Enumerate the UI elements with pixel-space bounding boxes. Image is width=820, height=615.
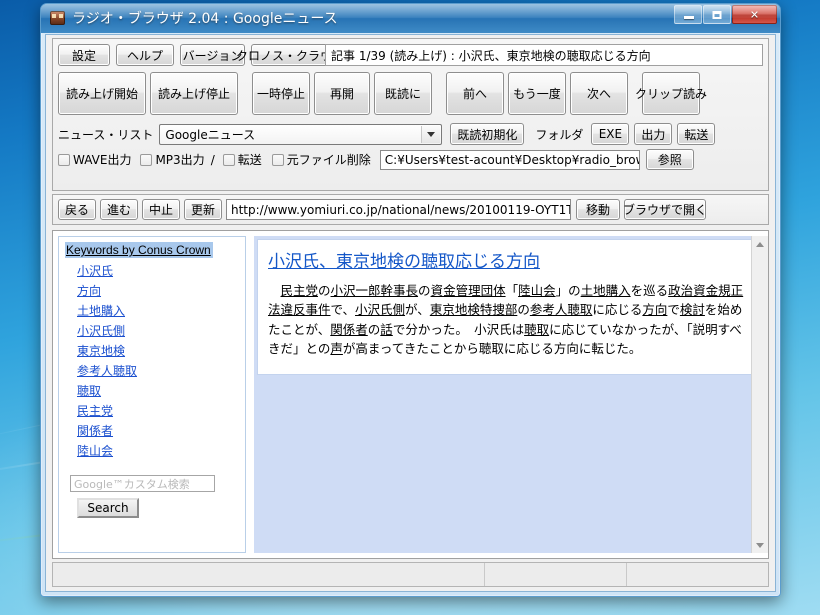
- scroll-up-icon[interactable]: [752, 236, 768, 252]
- stop-reading-button[interactable]: 読み上げ停止: [150, 72, 238, 115]
- minimize-icon: [684, 16, 694, 19]
- scroll-down-icon[interactable]: [752, 537, 768, 553]
- article-pane: 小沢氏、東京地検の聴取応じる方向 民主党の小沢一郎幹事長の資金管理団体「陸山会」…: [254, 236, 768, 553]
- keyword-link[interactable]: 小沢氏: [77, 262, 113, 279]
- checkbox-box: [140, 153, 153, 166]
- status-cell-3: [627, 563, 768, 586]
- settings-button[interactable]: 設定: [58, 44, 110, 66]
- keyword-link[interactable]: 民主党: [77, 402, 113, 419]
- window-controls: ✕: [674, 5, 777, 24]
- status-cell-1: [53, 563, 485, 586]
- window-client-area: 設定 ヘルプ バージョン クロノス・クラウン 記事 1/39 (読み上げ) : …: [45, 34, 776, 592]
- checkbox-box: [271, 153, 284, 166]
- open-in-browser-button[interactable]: ブラウザで開く: [623, 199, 707, 220]
- output-button[interactable]: 出力: [634, 123, 673, 145]
- news-list-label: ニュース・リスト: [58, 127, 154, 142]
- browse-button[interactable]: 参照: [645, 149, 694, 170]
- next-button[interactable]: 次へ: [570, 72, 628, 115]
- help-button[interactable]: ヘルプ: [116, 44, 174, 66]
- news-list-row: ニュース・リスト Googleニュース 既読初期化 フォルダ EXE 出力 転送: [58, 123, 716, 145]
- control-panel: 設定 ヘルプ バージョン クロノス・クラウン 記事 1/39 (読み上げ) : …: [52, 38, 769, 191]
- kronos-crown-button[interactable]: クロノス・クラウン: [236, 44, 344, 66]
- keyword-link[interactable]: 東京地検: [77, 342, 125, 359]
- maximize-button[interactable]: [703, 5, 731, 24]
- delete-original-label: 元ファイル削除: [286, 153, 371, 167]
- forward-button[interactable]: 進む: [100, 199, 138, 220]
- news-source-select[interactable]: Googleニュース: [159, 123, 443, 145]
- nav-button-row: 戻る 進む 中止 更新: [58, 199, 226, 220]
- window-title: ラジオ・ブラウザ 2.04 : Googleニュース: [72, 11, 338, 27]
- output-path-input[interactable]: C:¥Users¥test-acount¥Desktop¥radio_brows…: [379, 149, 640, 170]
- wave-output-label: WAVE出力: [73, 153, 132, 167]
- repeat-button[interactable]: もう一度: [508, 72, 566, 115]
- wave-output-checkbox[interactable]: WAVE出力: [58, 151, 131, 168]
- folder-label: フォルダ: [535, 127, 584, 142]
- article-card: 小沢氏、東京地検の聴取応じる方向 民主党の小沢一郎幹事長の資金管理団体「陸山会」…: [257, 239, 763, 375]
- separator-label: /: [210, 152, 215, 167]
- keywords-header: Keywords by Conus Crown: [65, 242, 213, 258]
- keywords-sidebar: Keywords by Conus Crown 小沢氏方向土地購入小沢氏側東京地…: [58, 236, 246, 553]
- previous-button[interactable]: 前へ: [446, 72, 504, 115]
- output-options-row: WAVE出力 MP3出力 / 転送 元ファイル削除 C:¥Users¥test-…: [58, 149, 694, 170]
- keyword-link[interactable]: 小沢氏側: [77, 322, 125, 339]
- stop-button[interactable]: 中止: [142, 199, 180, 220]
- delete-original-checkbox[interactable]: 元ファイル削除: [271, 151, 371, 168]
- reload-button[interactable]: 更新: [184, 199, 222, 220]
- radio-icon: [50, 11, 65, 25]
- exe-button[interactable]: EXE: [591, 123, 630, 145]
- pause-button[interactable]: 一時停止: [252, 72, 310, 115]
- google-custom-search-input[interactable]: Google™カスタム検索: [70, 475, 215, 492]
- start-reading-button[interactable]: 読み上げ開始: [58, 72, 146, 115]
- menu-button-row: 設定 ヘルプ バージョン クロノス・クラウン: [58, 44, 344, 66]
- close-icon: ✕: [749, 8, 760, 21]
- content-area: Keywords by Conus Crown 小沢氏方向土地購入小沢氏側東京地…: [52, 230, 769, 559]
- article-title-link[interactable]: 小沢氏、東京地検の聴取応じる方向: [268, 247, 540, 272]
- playback-button-row: 読み上げ開始 読み上げ停止 一時停止 再開 既読に 前へ もう一度 次へ クリッ…: [58, 72, 707, 115]
- search-placeholder: Google™カスタム検索: [74, 477, 190, 491]
- status-cell-2: [485, 563, 627, 586]
- news-source-value: Googleニュース: [165, 127, 256, 142]
- keyword-link[interactable]: 土地購入: [77, 302, 125, 319]
- reset-read-button[interactable]: 既読初期化: [450, 123, 525, 145]
- article-status-field: 記事 1/39 (読み上げ) : 小沢氏、東京地検の聴取応じる方向: [325, 44, 763, 66]
- checkbox-box: [58, 153, 70, 166]
- back-button[interactable]: 戻る: [58, 199, 96, 220]
- clip-read-button[interactable]: クリップ読み: [635, 72, 707, 115]
- vertical-scrollbar[interactable]: [751, 236, 768, 553]
- chevron-down-icon: [421, 125, 441, 143]
- close-button[interactable]: ✕: [732, 5, 777, 24]
- minimize-button[interactable]: [674, 5, 702, 24]
- checkbox-box: [222, 153, 235, 166]
- application-window: ラジオ・ブラウザ 2.04 : Googleニュース ✕ 設定 ヘルプ バージョ…: [40, 3, 781, 597]
- mp3-output-checkbox[interactable]: MP3出力: [140, 151, 205, 168]
- keyword-link[interactable]: 聴取: [77, 382, 101, 399]
- transfer-label: 転送: [237, 153, 262, 167]
- maximize-icon: [712, 10, 722, 19]
- status-bar: [52, 562, 769, 587]
- search-button[interactable]: Search: [77, 498, 139, 518]
- browser-nav-panel: 戻る 進む 中止 更新 http://www.yomiuri.co.jp/nat…: [52, 194, 769, 225]
- go-button[interactable]: 移動: [576, 199, 620, 220]
- article-body-text: 民主党の小沢一郎幹事長の資金管理団体「陸山会」の土地購入を巡る政治資金規正法違反…: [268, 283, 744, 357]
- title-bar[interactable]: ラジオ・ブラウザ 2.04 : Googleニュース ✕: [41, 4, 780, 33]
- keyword-link[interactable]: 参考人聴取: [77, 362, 137, 379]
- mp3-output-label: MP3出力: [155, 153, 205, 167]
- keyword-list: 小沢氏方向土地購入小沢氏側東京地検参考人聴取聴取民主党関係者陸山会: [65, 262, 245, 459]
- keyword-link[interactable]: 陸山会: [77, 442, 113, 459]
- resume-button[interactable]: 再開: [314, 72, 370, 115]
- keyword-link[interactable]: 方向: [77, 282, 101, 299]
- transfer-button[interactable]: 転送: [677, 123, 716, 145]
- keyword-link[interactable]: 関係者: [77, 422, 113, 439]
- mark-read-button[interactable]: 既読に: [374, 72, 432, 115]
- transfer-checkbox[interactable]: 転送: [222, 151, 262, 168]
- url-input[interactable]: http://www.yomiuri.co.jp/national/news/2…: [226, 199, 571, 220]
